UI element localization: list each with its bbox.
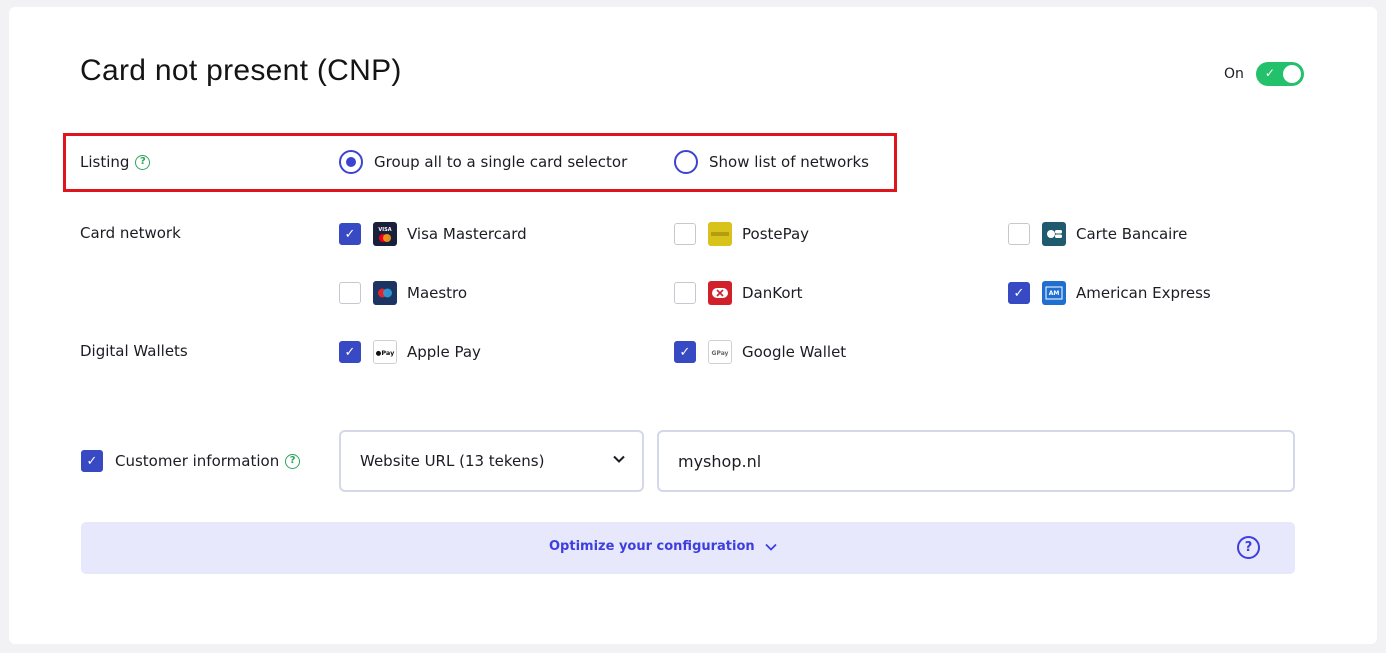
- optimize-configuration-toggle[interactable]: Optimize your configuration: [549, 539, 778, 554]
- radio-label: Show list of networks: [709, 153, 869, 171]
- toggle-label: On: [1224, 66, 1244, 82]
- cnp-toggle-group: On ✓: [1224, 62, 1304, 86]
- select-value: Website URL (13 tekens): [360, 452, 545, 470]
- checkbox-dankort[interactable]: DanKort: [674, 281, 803, 305]
- customer-info-type-select[interactable]: Website URL (13 tekens): [339, 430, 644, 492]
- card-network-label-text: Card network: [80, 224, 181, 242]
- help-icon[interactable]: ?: [135, 154, 151, 170]
- checkbox-american-express[interactable]: ✓ AM American Express: [1008, 281, 1211, 305]
- chevron-down-icon: [613, 455, 625, 463]
- google-pay-icon: GPay: [708, 340, 732, 364]
- checkbox-unchecked-icon[interactable]: [1008, 223, 1030, 245]
- checkbox-checked-icon[interactable]: ✓: [81, 450, 103, 472]
- toggle-knob: [1282, 65, 1301, 83]
- svg-text:GPay: GPay: [712, 350, 729, 357]
- radio-unselected-icon[interactable]: [674, 150, 698, 174]
- network-label: Maestro: [407, 284, 468, 302]
- checkbox-maestro[interactable]: Maestro: [339, 281, 467, 305]
- radio-show-networks[interactable]: Show list of networks: [674, 150, 869, 174]
- svg-text:AM: AM: [1049, 290, 1060, 297]
- wallet-label: Apple Pay: [407, 343, 481, 361]
- carte-bancaire-icon: [1042, 222, 1066, 246]
- card-network-label: Card network: [80, 224, 181, 242]
- checkbox-customer-information[interactable]: ✓ Customer information ?: [81, 450, 301, 472]
- svg-text:VISA: VISA: [378, 227, 391, 233]
- optimize-label: Optimize your configuration: [549, 539, 755, 554]
- checkbox-visa-mastercard[interactable]: ✓ VISA Visa Mastercard: [339, 222, 527, 246]
- checkbox-unchecked-icon[interactable]: [674, 223, 696, 245]
- customer-information-label: Customer information: [115, 452, 280, 470]
- checkbox-checked-icon[interactable]: ✓: [339, 341, 361, 363]
- check-icon: ✓: [1264, 66, 1275, 80]
- radio-group-single-selector[interactable]: Group all to a single card selector: [339, 150, 627, 174]
- postepay-icon: [708, 222, 732, 246]
- svg-text:●Pay: ●Pay: [376, 349, 395, 357]
- page-title: Card not present (CNP): [80, 54, 402, 87]
- customer-info-value-input[interactable]: [657, 430, 1295, 492]
- chevron-down-icon: [765, 543, 777, 551]
- radio-label: Group all to a single card selector: [374, 153, 628, 171]
- wallet-label: Google Wallet: [742, 343, 847, 361]
- help-icon[interactable]: ?: [285, 453, 301, 469]
- digital-wallets-label-text: Digital Wallets: [80, 342, 188, 360]
- amex-icon: AM: [1042, 281, 1066, 305]
- checkbox-google-wallet[interactable]: ✓ GPay Google Wallet: [674, 340, 846, 364]
- cnp-toggle[interactable]: ✓: [1255, 62, 1304, 86]
- radio-selected-icon[interactable]: [339, 150, 363, 174]
- maestro-icon: [373, 281, 397, 305]
- checkbox-checked-icon[interactable]: ✓: [1008, 282, 1030, 304]
- checkbox-checked-icon[interactable]: ✓: [339, 223, 361, 245]
- digital-wallets-label: Digital Wallets: [80, 342, 188, 360]
- listing-label: Listing: [80, 153, 130, 171]
- listing-label-group: Listing ?: [80, 153, 151, 171]
- checkbox-unchecked-icon[interactable]: [674, 282, 696, 304]
- checkbox-postepay[interactable]: PostePay: [674, 222, 809, 246]
- optimize-configuration-bar: Optimize your configuration ?: [81, 522, 1295, 574]
- checkbox-carte-bancaire[interactable]: Carte Bancaire: [1008, 222, 1187, 246]
- apple-pay-icon: ●Pay: [373, 340, 397, 364]
- checkbox-unchecked-icon[interactable]: [339, 282, 361, 304]
- help-icon[interactable]: ?: [1237, 536, 1260, 559]
- checkbox-checked-icon[interactable]: ✓: [674, 341, 696, 363]
- visa-mastercard-icon: VISA: [373, 222, 397, 246]
- network-label: American Express: [1076, 284, 1211, 302]
- network-label: Visa Mastercard: [407, 225, 527, 243]
- network-label: DanKort: [742, 284, 803, 302]
- checkbox-apple-pay[interactable]: ✓ ●Pay Apple Pay: [339, 340, 481, 364]
- network-label: Carte Bancaire: [1076, 225, 1188, 243]
- dankort-icon: [708, 281, 732, 305]
- network-label: PostePay: [742, 225, 810, 243]
